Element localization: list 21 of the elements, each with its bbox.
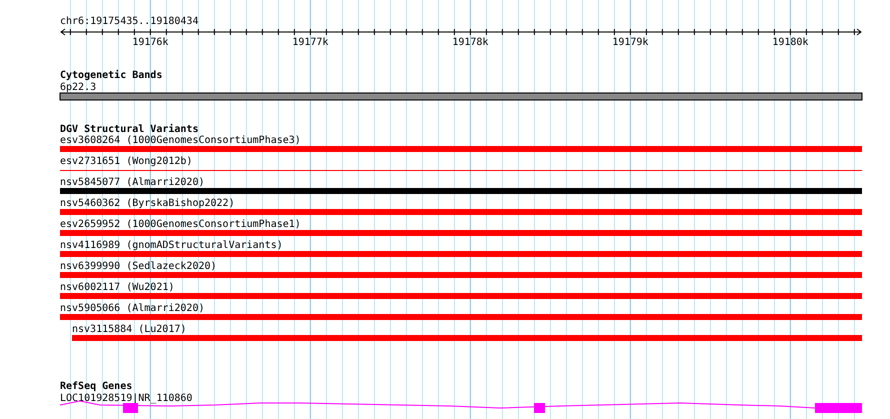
variant-label: esv2659952 (1000GenomesConsortiumPhase1): [60, 219, 301, 230]
variant-label: nsv5460362 (ByrskaBishop2022): [60, 198, 235, 209]
band-label: 6p22.3: [60, 82, 96, 93]
tick-label: 19179k: [612, 37, 648, 48]
variant-label: nsv3115884 (Lu2017): [72, 324, 186, 335]
track-title: RefSeq Genes: [60, 381, 132, 392]
tick-label: 19180k: [772, 37, 808, 48]
variant-label: nsv6002117 (Wu2021): [60, 282, 174, 293]
tick-label: 19178k: [452, 37, 488, 48]
variant-label: nsv5905066 (Almarri2020): [60, 303, 204, 314]
variant-label: esv3608264 (1000GenomesConsortiumPhase3): [60, 135, 301, 146]
gene-label: LOC101928519|NR_110860: [60, 393, 192, 404]
tick-label: 19176k: [132, 37, 168, 48]
variant-label: nsv6399990 (Sedlazeck2020): [60, 261, 217, 272]
position-label: chr6:19175435..19180434: [60, 16, 198, 27]
tick-label: 19177k: [292, 37, 328, 48]
track-title: DGV Structural Variants: [60, 124, 198, 135]
variant-label: nsv4116989 (gnomADStructuralVariants): [60, 240, 283, 251]
variant-label: nsv5845077 (Almarri2020): [60, 177, 204, 188]
track-title: Cytogenetic Bands: [60, 70, 162, 81]
variant-label: esv2731651 (Wong2012b): [60, 156, 192, 167]
